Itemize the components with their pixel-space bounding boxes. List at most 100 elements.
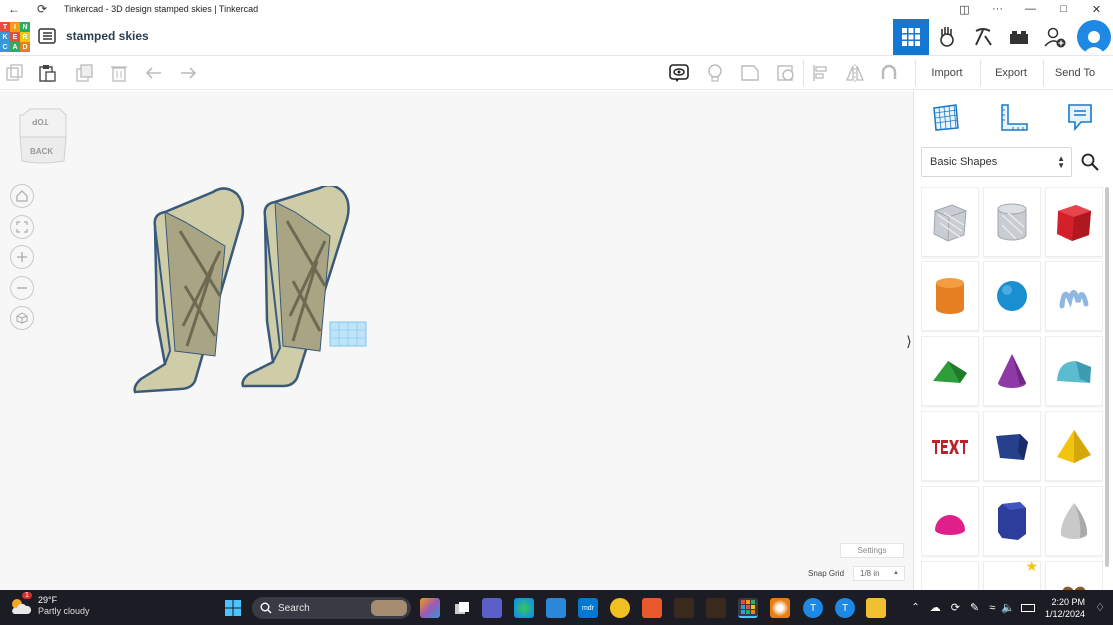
fit-view-button[interactable] — [10, 215, 34, 239]
zoom-out-button[interactable] — [10, 276, 34, 300]
settings-button[interactable]: Settings — [840, 543, 904, 558]
copilot-icon[interactable] — [420, 598, 440, 618]
polygon-icon — [998, 502, 1026, 540]
shape-tile-half-box[interactable] — [983, 411, 1041, 481]
shape-tile-roof[interactable] — [921, 336, 979, 406]
lego-button[interactable] — [1001, 19, 1037, 55]
task-view-icon[interactable] — [452, 598, 472, 618]
minimize-button[interactable]: — — [1014, 0, 1047, 18]
ski-models[interactable] — [125, 186, 375, 401]
shape-category-select[interactable]: Basic Shapes ▲ ▼ — [921, 147, 1072, 177]
start-button[interactable] — [223, 598, 243, 618]
shape-tile-tube[interactable]: ★ — [983, 558, 1041, 590]
panel-scrollbar[interactable] — [1105, 187, 1109, 567]
ski-model-left[interactable] — [133, 187, 245, 394]
shape-tile-polygon[interactable] — [983, 486, 1041, 556]
ski-model-right[interactable] — [241, 186, 350, 388]
help-icon[interactable] — [610, 598, 630, 618]
powerpoint-icon[interactable] — [642, 598, 662, 618]
shape-tile-cylinder-hole[interactable] — [983, 187, 1041, 257]
game-icon[interactable] — [674, 598, 694, 618]
send-to-button[interactable]: Send To — [1046, 56, 1104, 90]
shape-tile-text[interactable] — [921, 411, 979, 481]
more-icon[interactable]: ··· — [981, 0, 1014, 18]
pen-icon[interactable]: ✎ — [970, 601, 979, 614]
align-button[interactable] — [810, 62, 832, 84]
view-cube[interactable]: TOP BACK — [18, 107, 68, 165]
sync-icon[interactable]: ⟳ — [951, 601, 960, 614]
app-t-icon-2[interactable]: T — [835, 598, 855, 618]
duplicate-button[interactable] — [74, 62, 96, 84]
tinkercad-taskbar-icon[interactable] — [738, 598, 758, 618]
logo-letter: E — [10, 32, 20, 42]
notification-icon[interactable]: ♢ — [1095, 601, 1105, 614]
ruler-button[interactable] — [996, 99, 1032, 135]
home-view-button[interactable] — [10, 184, 34, 208]
shape-tile-box-hole[interactable] — [921, 187, 979, 257]
delete-button[interactable] — [108, 62, 130, 84]
wifi-icon[interactable]: ≈ — [989, 602, 995, 614]
tinkercad-logo[interactable]: T I N K E R C A D — [0, 22, 30, 52]
workplane-button[interactable] — [928, 99, 964, 135]
paste-button[interactable] — [36, 62, 58, 84]
invite-button[interactable] — [1037, 19, 1073, 55]
avatar[interactable] — [1077, 20, 1111, 54]
shape-tile-round-roof[interactable] — [1045, 336, 1103, 406]
back-arrow-icon[interactable]: ← — [0, 0, 28, 18]
store-icon[interactable] — [546, 598, 566, 618]
refresh-icon[interactable]: ⟳ — [28, 0, 56, 18]
export-button[interactable]: Export — [983, 56, 1039, 90]
shape-tile-paraboloid[interactable] — [1045, 486, 1103, 556]
notes-button[interactable] — [668, 62, 690, 84]
battery-icon[interactable] — [1020, 603, 1035, 612]
volume-icon[interactable]: 🔈 — [1001, 601, 1015, 614]
edge-icon[interactable] — [514, 598, 534, 618]
zoom-in-button[interactable] — [10, 245, 34, 269]
app-icon[interactable]: ◫ — [948, 0, 981, 18]
onedrive-icon[interactable]: ☁ — [930, 601, 941, 614]
redo-button[interactable] — [177, 62, 199, 84]
weather-widget[interactable]: 1 29°F Partly cloudy — [8, 592, 90, 618]
shape-tile-box[interactable] — [1045, 187, 1103, 257]
logo-letter: I — [10, 22, 20, 32]
blocks-button[interactable] — [929, 19, 965, 55]
shape-tile-cone[interactable] — [983, 336, 1041, 406]
app-t-icon[interactable]: T — [803, 598, 823, 618]
mcafee-icon[interactable]: mdr — [578, 598, 598, 618]
maximize-button[interactable]: □ — [1047, 0, 1080, 18]
shape-hole-button[interactable] — [775, 62, 797, 84]
shape-tile-torus[interactable] — [921, 561, 979, 590]
undo-button[interactable] — [143, 62, 165, 84]
bricks-button[interactable] — [965, 19, 1001, 55]
text-shape-ghost[interactable] — [329, 321, 367, 347]
mirror-button[interactable] — [844, 62, 866, 84]
workplane-canvas[interactable]: TOP BACK Settings Snap Grid 1/8 in ▲ ⟩ — [0, 91, 913, 590]
snap-grid-select[interactable]: 1/8 in ▲ — [853, 566, 905, 581]
blender-icon[interactable] — [770, 598, 790, 618]
shape-tile-sphere[interactable] — [983, 261, 1041, 331]
teams-icon[interactable] — [482, 598, 502, 618]
taskbar-search[interactable]: Search — [252, 597, 411, 619]
shape-tile-half-sphere[interactable] — [921, 486, 979, 556]
ruler-icon — [1001, 104, 1028, 131]
file-explorer-icon[interactable] — [866, 598, 886, 618]
design-name[interactable]: stamped skies — [66, 29, 149, 43]
design-list-icon[interactable] — [38, 28, 56, 44]
shape-tile-cylinder[interactable] — [921, 261, 979, 331]
chevron-up-icon[interactable]: ⌃ — [911, 602, 919, 613]
copy-button[interactable] — [4, 62, 26, 84]
game-icon-2[interactable] — [706, 598, 726, 618]
cruise-button[interactable] — [878, 62, 900, 84]
shape-solid-button[interactable] — [739, 62, 761, 84]
shape-tile-pyramid[interactable] — [1045, 411, 1103, 481]
notes-panel-button[interactable] — [1062, 99, 1098, 135]
clock[interactable]: 2:20 PM 1/12/2024 — [1045, 596, 1085, 620]
import-button[interactable]: Import — [918, 56, 976, 90]
hint-button[interactable] — [704, 62, 726, 84]
perspective-button[interactable] — [10, 306, 34, 330]
close-button[interactable]: ✕ — [1080, 0, 1113, 18]
shape-tile-scribble[interactable] — [1045, 261, 1103, 331]
3d-view-button[interactable] — [893, 19, 929, 55]
shape-tile-heart[interactable] — [1045, 561, 1103, 590]
shape-search-button[interactable] — [1074, 147, 1106, 177]
